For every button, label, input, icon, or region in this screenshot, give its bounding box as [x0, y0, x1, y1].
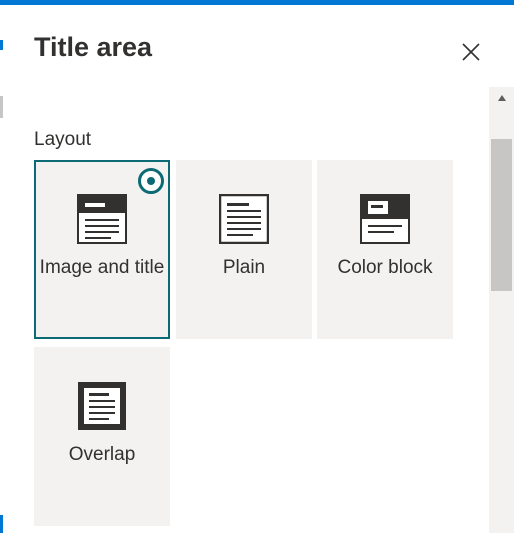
layout-option-label: Overlap	[68, 444, 136, 465]
scrollbar-thumb[interactable]	[491, 139, 512, 291]
layout-section-label: Layout	[34, 129, 92, 150]
plain-layout-icon	[218, 193, 270, 245]
layout-options-grid: Image and title Plain Color block Overla…	[34, 160, 454, 530]
layout-option-plain[interactable]: Plain	[176, 160, 312, 339]
layout-option-label: Plain	[222, 257, 266, 278]
radio-dot	[147, 177, 155, 185]
image-and-title-layout-icon	[77, 194, 127, 244]
top-accent-bar	[0, 0, 514, 5]
color-block-layout-icon	[360, 194, 410, 244]
background-page-edge	[0, 515, 3, 533]
close-icon	[462, 43, 480, 61]
selected-radio-indicator	[138, 168, 164, 194]
scroll-up-arrow-icon	[497, 95, 506, 101]
close-button[interactable]	[455, 36, 487, 68]
panel-scrollbar[interactable]	[489, 87, 514, 533]
layout-option-color-block[interactable]: Color block	[317, 160, 453, 339]
layout-option-label: Image and title	[39, 257, 165, 278]
background-page-edge	[0, 96, 3, 118]
overlap-layout-icon	[78, 382, 126, 430]
panel-title: Title area	[34, 32, 153, 62]
layout-option-label: Color block	[337, 257, 433, 278]
layout-option-overlap[interactable]: Overlap	[34, 347, 170, 526]
background-page-edge	[0, 40, 3, 50]
layout-option-image-and-title[interactable]: Image and title	[34, 160, 170, 339]
scroll-up-button[interactable]	[489, 87, 514, 109]
page-background-strip	[0, 5, 4, 533]
